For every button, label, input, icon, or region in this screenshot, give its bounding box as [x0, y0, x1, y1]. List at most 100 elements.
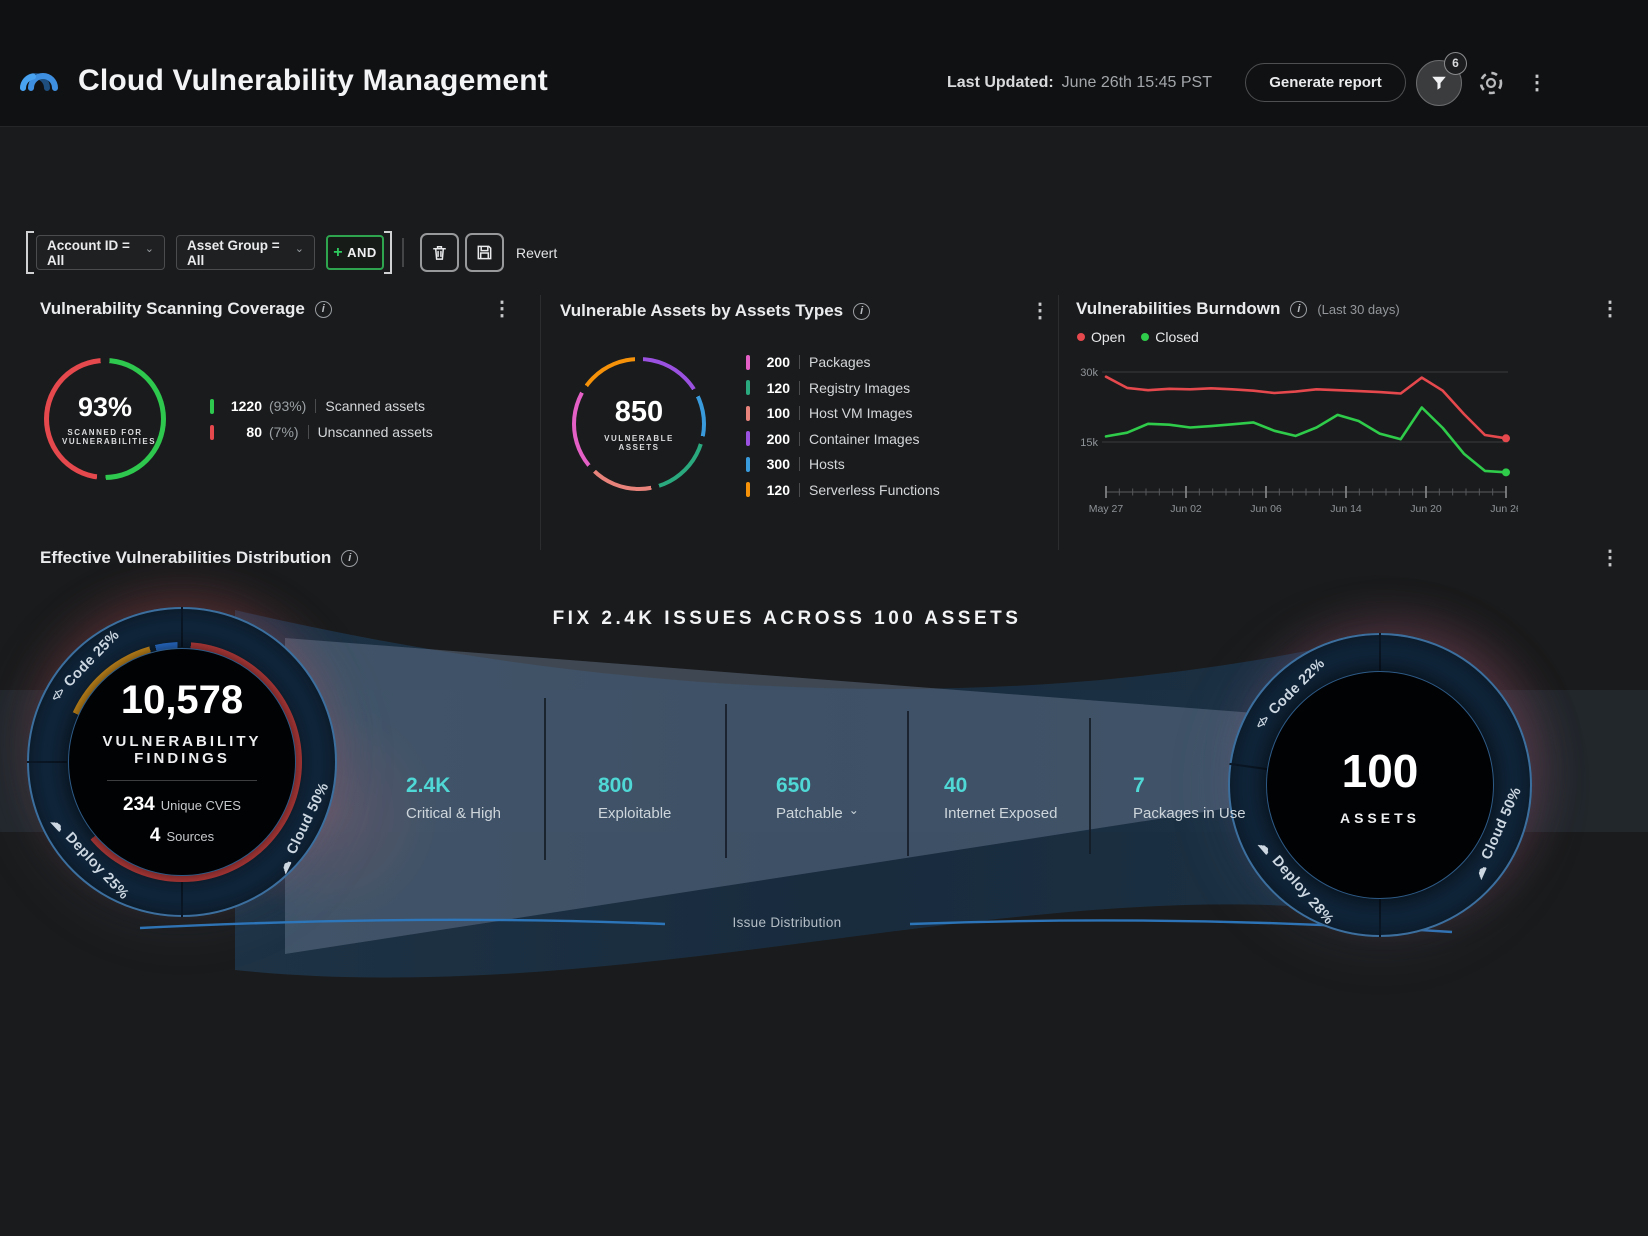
legend-item: 120Serverless Functions: [746, 480, 940, 500]
legend-swatch: [746, 431, 750, 446]
svg-text:Jun 14: Jun 14: [1330, 503, 1362, 515]
scanning-donut-chart: 93% SCANNED FOR VULNERABILITIES: [44, 358, 166, 480]
asset-types-donut-chart: 850 VULNERABLE ASSETS: [572, 357, 706, 491]
svg-text:Jun 26: Jun 26: [1490, 503, 1518, 515]
scanning-panel-kebab[interactable]: [492, 296, 510, 322]
svg-text:Jun 20: Jun 20: [1410, 503, 1442, 515]
plus-icon: +: [333, 244, 343, 262]
stat-value: 40: [944, 774, 1057, 798]
legend-item-open[interactable]: Open: [1077, 329, 1125, 345]
panel-divider: [540, 295, 541, 550]
info-icon[interactable]: [315, 301, 332, 318]
chevron-down-icon[interactable]: [849, 807, 859, 821]
legend-label: Scanned assets: [325, 398, 425, 414]
legend-label: Registry Images: [809, 380, 910, 396]
stat-exploitable: 800 Exploitable: [598, 774, 671, 822]
scanning-donut-value: 93%: [78, 392, 132, 423]
legend-swatch: [746, 457, 750, 472]
legend-label: Host VM Images: [809, 405, 912, 421]
legend-divider: [799, 355, 800, 369]
legend-swatch: [746, 482, 750, 497]
revert-button[interactable]: Revert: [516, 245, 557, 261]
last-updated-value: June 26th 15:45 PST: [1062, 74, 1212, 91]
generate-report-button[interactable]: Generate report: [1245, 63, 1406, 102]
legend-percent: (7%): [269, 424, 299, 440]
legend-divider: [308, 425, 309, 439]
distribution-kebab[interactable]: [1600, 545, 1618, 571]
scanning-panel-title-text: Vulnerability Scanning Coverage: [40, 299, 305, 319]
legend-value: 300: [760, 456, 790, 472]
and-button-label: AND: [347, 245, 377, 260]
legend-swatch: [210, 399, 214, 414]
legend-swatch: [746, 355, 750, 370]
legend-label: Open: [1091, 329, 1125, 345]
distribution-title: Effective Vulnerabilities Distribution: [40, 548, 358, 568]
save-icon: [475, 243, 494, 262]
stat-label: Packages in Use: [1133, 805, 1246, 822]
legend-divider: [799, 483, 800, 497]
trash-icon: [430, 243, 449, 262]
delete-filters-button[interactable]: [420, 233, 459, 272]
last-updated: Last Updated:June 26th 15:45 PST: [947, 74, 1212, 92]
legend-value: 200: [760, 431, 790, 447]
ring-divider: [27, 761, 67, 763]
burndown-panel-kebab[interactable]: [1600, 296, 1618, 322]
legend-divider: [799, 406, 800, 420]
asset-group-dropdown-label: Asset Group = All: [187, 238, 285, 268]
burndown-legend: Open Closed: [1077, 329, 1199, 345]
dashboard: Cloud Vulnerability Management Last Upda…: [0, 0, 1648, 1236]
legend-value: 120: [760, 482, 790, 498]
add-and-filter-button[interactable]: + AND: [326, 235, 384, 270]
account-id-dropdown-label: Account ID = All: [47, 238, 135, 268]
svg-text:Jun 06: Jun 06: [1250, 503, 1282, 515]
asset-group-dropdown[interactable]: Asset Group = All: [176, 235, 315, 270]
burndown-panel-title-text: Vulnerabilities Burndown: [1076, 299, 1280, 319]
ring-divider: [1379, 633, 1381, 671]
svg-text:Jun 02: Jun 02: [1170, 503, 1202, 515]
asset-types-donut-label: VULNERABLE ASSETS: [599, 434, 679, 452]
asset-types-donut-value: 850: [615, 396, 663, 429]
stat-label: Critical & High: [406, 805, 501, 822]
save-filters-button[interactable]: [465, 233, 504, 272]
sources-value: 4: [150, 825, 161, 846]
burndown-line-chart: 30k15kMay 27Jun 02Jun 06Jun 14Jun 20Jun …: [1076, 352, 1518, 522]
stat-internet-exposed: 40 Internet Exposed: [944, 774, 1057, 822]
legend-item: 200Container Images: [746, 429, 920, 449]
divider: [107, 780, 257, 781]
legend-item-closed[interactable]: Closed: [1141, 329, 1199, 345]
scanning-donut-label: SCANNED FOR VULNERABILITIES: [62, 428, 148, 446]
stat-label: Patchable: [776, 805, 843, 822]
asset-types-panel-kebab[interactable]: [1030, 298, 1048, 324]
asset-types-panel-title-text: Vulnerable Assets by Assets Types: [560, 301, 843, 321]
svg-text:30k: 30k: [1080, 367, 1098, 379]
chevron-down-icon: [295, 246, 304, 259]
assets-gauge-center: 100 ASSETS: [1266, 671, 1494, 899]
header-kebab-menu[interactable]: [1527, 70, 1545, 96]
account-id-dropdown[interactable]: Account ID = All: [36, 235, 165, 270]
legend-label: Closed: [1155, 329, 1199, 345]
legend-value: 120: [760, 380, 790, 396]
settings-icon[interactable]: [1476, 68, 1506, 98]
burndown-subtitle: (Last 30 days): [1317, 302, 1399, 317]
legend-item: 200Packages: [746, 352, 870, 372]
panel-divider: [1058, 295, 1059, 550]
filter-bracket-close: [384, 231, 392, 274]
stat-patchable: 650 Patchable: [776, 774, 859, 822]
page-title: Cloud Vulnerability Management: [78, 64, 548, 98]
asset-types-panel-title: Vulnerable Assets by Assets Types: [560, 301, 870, 321]
info-icon[interactable]: [853, 303, 870, 320]
sources: 4Sources: [150, 825, 214, 847]
cves-label: Unique CVES: [161, 798, 241, 813]
legend-item-unscanned: 80 (7%) Unscanned assets: [210, 422, 433, 442]
legend-divider: [315, 399, 316, 413]
info-icon[interactable]: [1290, 301, 1307, 318]
legend-percent: (93%): [269, 398, 306, 414]
info-icon[interactable]: [341, 550, 358, 567]
stat-value: 650: [776, 774, 859, 798]
legend-label: Packages: [809, 354, 870, 370]
legend-label: Unscanned assets: [318, 424, 433, 440]
stat-value: 800: [598, 774, 671, 798]
legend-value: 100: [760, 405, 790, 421]
distribution-headline: FIX 2.4K ISSUES ACROSS 100 ASSETS: [0, 608, 1574, 630]
issue-distribution-label: Issue Distribution: [0, 915, 1574, 930]
